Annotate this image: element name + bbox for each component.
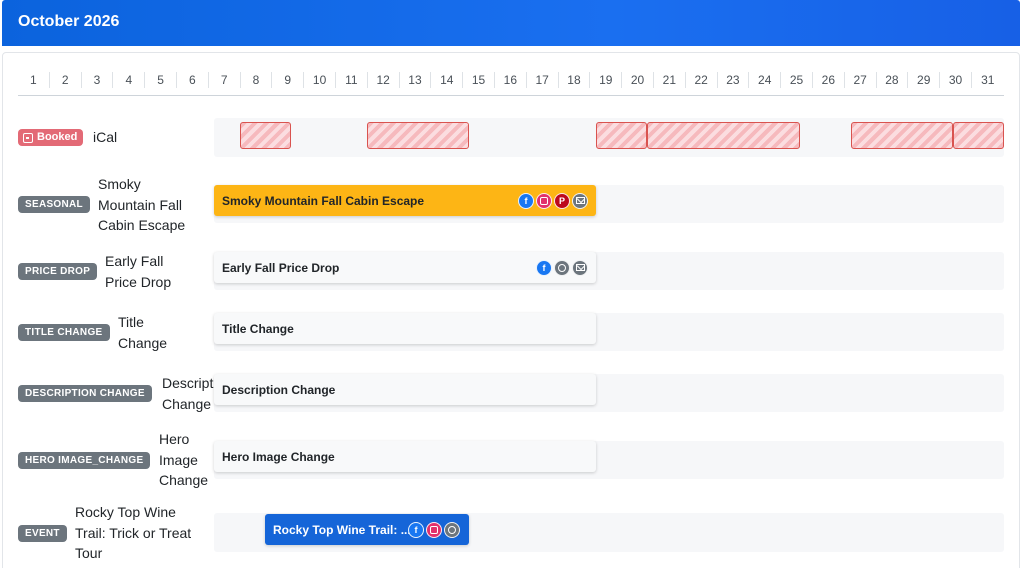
title-change-badge[interactable]: TITLE CHANGE: [18, 324, 110, 341]
label-line: Trail: Trick or Treat: [75, 524, 192, 541]
booked-block[interactable]: [953, 122, 1004, 149]
price-drop-row-label: Early Fall Price Drop: [105, 251, 171, 292]
facebook-icon[interactable]: f: [536, 259, 552, 276]
event-badge[interactable]: EVENT: [18, 525, 67, 542]
day-28: 28: [877, 72, 909, 88]
day-21: 21: [654, 72, 686, 88]
booked-block[interactable]: [596, 122, 647, 149]
price-drop-campaign-bar[interactable]: Early Fall Price Drop f: [214, 252, 596, 283]
description-change-campaign-bar[interactable]: Description Change: [214, 374, 596, 405]
day-11: 11: [336, 72, 368, 88]
month-title: October 2026: [18, 13, 120, 30]
description-change-row-label: Descript Change: [162, 373, 214, 414]
label-line: Image: [159, 451, 198, 468]
day-27: 27: [845, 72, 877, 88]
day-26: 26: [813, 72, 845, 88]
title-change-row-label: Title Change: [118, 312, 167, 353]
price-drop-badge[interactable]: PRICE DROP: [18, 263, 98, 280]
campaign-bar-label: Early Fall Price Drop: [222, 260, 340, 275]
day-6: 6: [177, 72, 209, 88]
day-29: 29: [908, 72, 941, 88]
campaign-bar-label: Title Change: [222, 321, 294, 336]
day-22: 22: [686, 72, 718, 88]
booked-row-label: iCal: [93, 129, 118, 145]
label-line: Tour: [75, 545, 103, 561]
email-icon[interactable]: [572, 259, 588, 276]
calendar-icon: [23, 132, 33, 143]
campaign-bar-label: Hero Image Change: [222, 449, 335, 464]
day-13: 13: [400, 72, 432, 88]
header-divider: [18, 95, 1004, 96]
day-16: 16: [495, 72, 527, 88]
day-3: 3: [82, 72, 114, 88]
circle-icon[interactable]: [444, 521, 460, 538]
event-campaign-bar[interactable]: Rocky Top Wine Trail: ... f: [265, 514, 469, 545]
day-8: 8: [241, 72, 273, 88]
day-5: 5: [145, 72, 177, 88]
booked-badge[interactable]: Booked: [18, 129, 84, 146]
label-line: Early Fall: [105, 253, 164, 269]
day-7: 7: [209, 72, 241, 88]
day-12: 12: [368, 72, 400, 88]
label-line: Price Drop: [105, 273, 172, 290]
title-change-campaign-bar[interactable]: Title Change: [214, 313, 596, 344]
seasonal-row-label: Smoky Mountain Fall Cabin Escape: [98, 174, 185, 236]
seasonal-badge[interactable]: SEASONAL: [18, 196, 90, 213]
facebook-icon[interactable]: f: [518, 192, 534, 209]
booked-block[interactable]: [647, 122, 800, 149]
calendar-header: October 2026: [2, 0, 1020, 46]
day-25: 25: [781, 72, 813, 88]
circle-icon[interactable]: [554, 259, 570, 276]
pinterest-icon[interactable]: P: [554, 192, 570, 209]
description-change-badge[interactable]: DESCRIPTION CHANGE: [18, 385, 152, 402]
label-line: Hero: [159, 431, 190, 447]
label-line: Title: [118, 314, 144, 330]
day-31: 31: [981, 73, 995, 87]
day-20: 20: [622, 72, 654, 88]
event-row-label: Rocky Top Wine Trail: Trick or Treat Tou…: [75, 502, 191, 564]
campaign-bar-label: Description Change: [222, 382, 336, 397]
day-9: 9: [272, 72, 305, 88]
email-icon[interactable]: [572, 192, 588, 209]
day-23: 23: [718, 72, 750, 88]
day-2: 2: [50, 72, 82, 88]
label-line: Cabin Escape: [98, 217, 186, 233]
day-17: 17: [527, 72, 559, 88]
campaign-bar-label: Rocky Top Wine Trail: ...: [273, 522, 411, 537]
day-30: 30: [940, 72, 972, 88]
facebook-icon[interactable]: f: [408, 521, 424, 538]
label-line: Rocky Top Wine: [75, 504, 176, 520]
channel-icons: f P: [518, 192, 588, 209]
label-line: Change: [118, 334, 168, 351]
channel-icons: f: [408, 521, 460, 538]
label-line: Change: [162, 395, 212, 412]
day-header-row: 1 2 3 4 5 6 7 8 9 10 11 12 13 14 15 16 1…: [18, 72, 1004, 88]
hero-image-campaign-bar[interactable]: Hero Image Change: [214, 441, 596, 472]
day-4: 4: [113, 72, 146, 88]
day-10: 10: [304, 72, 336, 88]
day-14: 14: [431, 72, 464, 88]
booked-block[interactable]: [240, 122, 291, 149]
campaign-bar-label: Smoky Mountain Fall Cabin Escape: [222, 193, 425, 208]
hero-image-row-label: Hero Image Change: [159, 429, 208, 491]
label-line: Smoky: [98, 176, 141, 192]
instagram-icon[interactable]: [426, 521, 442, 538]
label-line: Change: [159, 472, 209, 488]
instagram-icon[interactable]: [536, 192, 552, 209]
booked-block[interactable]: [367, 122, 469, 149]
seasonal-campaign-bar[interactable]: Smoky Mountain Fall Cabin Escape f P: [214, 185, 596, 216]
hero-image-change-badge[interactable]: HERO IMAGE_CHANGE: [18, 452, 151, 469]
day-1: 1: [18, 72, 50, 88]
label-line: Descript: [162, 375, 214, 391]
label-line: Mountain Fall: [98, 196, 183, 213]
day-24: 24: [749, 72, 782, 88]
channel-icons: f: [536, 259, 588, 276]
booked-block[interactable]: [851, 122, 953, 149]
booked-badge-label: Booked: [37, 131, 78, 143]
day-15: 15: [463, 72, 495, 88]
day-18: 18: [559, 72, 591, 88]
day-19: 19: [590, 72, 623, 88]
